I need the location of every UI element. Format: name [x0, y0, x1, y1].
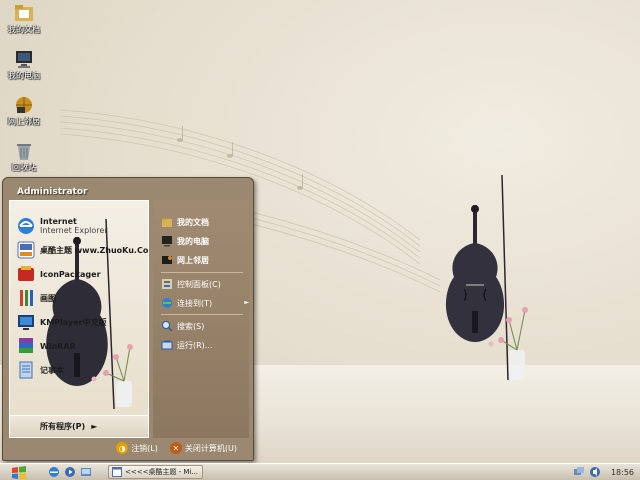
start-button[interactable] — [4, 465, 34, 480]
program-title: KMPlayer中文版 — [40, 317, 107, 327]
network-tray-icon[interactable] — [573, 466, 585, 478]
desktop-icon-label: 我的文档 — [8, 25, 40, 34]
desktop-icon-my-documents[interactable]: 我的文档 — [0, 2, 48, 35]
program-zhuoku[interactable]: 桌酷主题 www.ZhuoKu.Com — [16, 239, 149, 261]
menu-item-network-places[interactable]: 网上邻居 — [161, 252, 209, 268]
kmplayer-icon — [18, 315, 34, 330]
menu-separator — [161, 272, 243, 273]
menu-item-my-documents[interactable]: 我的文档 — [161, 214, 209, 230]
program-notepad[interactable]: 记事本 — [16, 359, 64, 381]
wallpaper-violin — [445, 205, 505, 342]
winrar-icon — [19, 338, 33, 353]
quicklaunch-ie-icon[interactable] — [48, 466, 60, 478]
window-icon — [112, 467, 122, 477]
program-title: Internet — [40, 217, 77, 226]
logoff-label: 注销(L) — [131, 443, 158, 453]
my-documents-icon — [15, 5, 33, 21]
volume-tray-icon[interactable] — [589, 466, 601, 478]
menu-separator — [161, 314, 243, 315]
control-panel-icon — [162, 279, 172, 289]
program-title: WinRAR — [40, 341, 76, 351]
taskbar: <<<<桌酷主题 - Mi... 18:56 — [0, 463, 640, 480]
program-title: 记事本 — [40, 365, 64, 375]
desktop-icon-recycle-bin[interactable]: 回收站 — [0, 140, 48, 173]
menu-item-search[interactable]: 搜索(S) — [161, 318, 204, 334]
internet-explorer-icon — [18, 218, 34, 234]
taskbar-window-button[interactable]: <<<<桌酷主题 - Mi... — [108, 465, 203, 479]
all-programs-label: 所有程序(P) — [40, 422, 86, 431]
system-tray: 18:56 — [568, 464, 640, 480]
globe-icon — [162, 298, 172, 308]
computer-icon — [162, 236, 172, 247]
start-menu-username: Administrator — [17, 187, 88, 197]
taskbar-clock[interactable]: 18:56 — [611, 468, 634, 477]
program-paint[interactable]: 画图 — [16, 287, 56, 309]
menu-item-label: 我的电脑 — [177, 236, 209, 246]
desktop-icon-label: 网上邻居 — [8, 117, 40, 126]
logoff-button[interactable]: ◑ 注销(L) — [116, 442, 158, 454]
menu-item-label: 连接到(T) — [177, 298, 213, 308]
arrow-right-icon: ► — [91, 422, 98, 431]
desktop-icon-label: 回收站 — [12, 163, 36, 172]
menu-item-label: 控制面板(C) — [177, 279, 221, 289]
menu-item-control-panel[interactable]: 控制面板(C) — [161, 276, 221, 292]
windows-logo-icon — [12, 465, 26, 479]
program-title: 画图 — [40, 293, 56, 303]
program-internet-explorer[interactable]: Internet Internet Explorer — [16, 215, 108, 237]
network-places-icon — [16, 97, 32, 113]
shutdown-icon: ✕ — [169, 442, 182, 454]
recycle-bin-icon — [17, 144, 31, 160]
menu-item-label: 搜索(S) — [177, 321, 205, 331]
notepad-icon — [19, 361, 33, 379]
program-winrar[interactable]: WinRAR — [16, 335, 76, 357]
my-computer-icon — [16, 51, 32, 68]
network-icon — [162, 256, 172, 264]
menu-item-run[interactable]: 运行(R)... — [161, 337, 212, 353]
start-menu-programs-pane: Internet Internet Explorer 桌酷主题 www.ZhuoK… — [9, 200, 149, 416]
paint-icon — [20, 290, 33, 306]
desktop-icon-my-computer[interactable]: 我的电脑 — [0, 48, 48, 81]
folder-icon — [162, 218, 172, 227]
desktop-icon-label: 我的电脑 — [8, 71, 40, 80]
program-iconpackager[interactable]: IconPackager — [16, 263, 101, 285]
shutdown-label: 关闭计算机(U) — [184, 443, 237, 453]
menu-item-label: 运行(R)... — [177, 340, 213, 350]
submenu-arrow-icon: ► — [244, 299, 249, 306]
program-title: 桌酷主题 www.ZhuoKu.Com — [40, 245, 149, 255]
start-menu-places-pane: 我的文档 我的电脑 网上邻居 控制面板(C) 连接到(T) ► 搜索(S) 运行… — [153, 200, 249, 438]
run-icon — [161, 340, 173, 350]
start-menu: Administrator Internet Internet Explorer… — [2, 177, 254, 461]
quicklaunch-desktop-icon[interactable] — [80, 466, 92, 478]
taskbar-window-title: <<<<桌酷主题 - Mi... — [125, 468, 199, 476]
program-subtitle: Internet Explorer — [40, 226, 108, 235]
program-kmplayer[interactable]: KMPlayer中文版 — [16, 311, 107, 333]
menu-item-label: 网上邻居 — [177, 255, 209, 265]
menu-item-connect-to[interactable]: 连接到(T) ► — [161, 295, 249, 311]
zhuoku-icon — [17, 241, 35, 259]
menu-item-my-computer[interactable]: 我的电脑 — [161, 233, 209, 249]
all-programs-button[interactable]: 所有程序(P) ► — [9, 416, 149, 438]
desktop-icon-network-places[interactable]: 网上邻居 — [0, 94, 48, 127]
search-icon — [162, 321, 173, 332]
menu-item-label: 我的文档 — [177, 217, 209, 227]
program-title: IconPackager — [40, 269, 101, 279]
start-menu-footer: ◑ 注销(L) ✕ 关闭计算机(U) — [9, 438, 249, 458]
logoff-icon: ◑ — [116, 442, 129, 454]
iconpackager-icon — [18, 266, 34, 281]
quicklaunch-media-icon[interactable] — [64, 466, 76, 478]
shutdown-button[interactable]: ✕ 关闭计算机(U) — [169, 442, 237, 454]
